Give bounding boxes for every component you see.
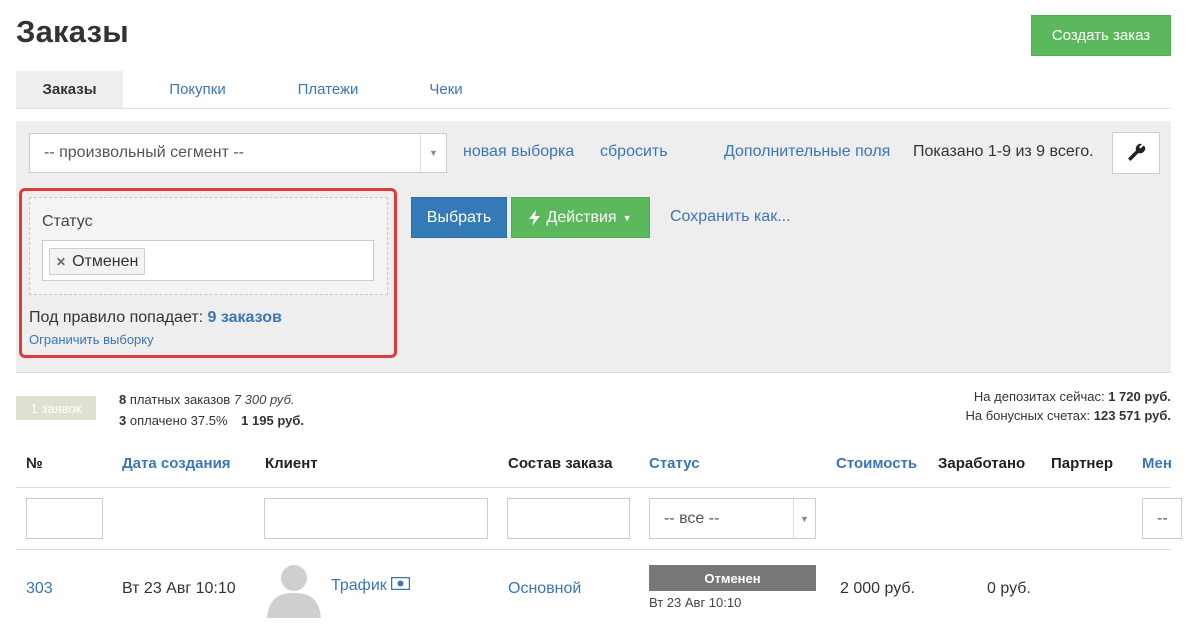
order-cost: 2 000 руб. — [840, 580, 915, 597]
actions-button[interactable]: Действия ▼ — [511, 197, 650, 238]
order-date: Вт 23 Авг 10:10 — [122, 580, 236, 597]
filter-client-input[interactable] — [264, 498, 488, 539]
chevron-down-icon: ▼ — [793, 499, 815, 538]
extra-fields-link[interactable]: Дополнительные поля — [724, 143, 890, 161]
bonus-stat: На бонусных счетах: 123 571 руб. — [965, 408, 1171, 423]
col-client: Клиент — [265, 455, 318, 472]
bonus-label: На бонусных счетах: — [965, 408, 1091, 423]
tab-bar: Заказы Покупки Платежи Чеки — [16, 71, 1171, 109]
rule-match-count[interactable]: 9 заказов — [208, 309, 282, 326]
client-link[interactable]: Трафик — [331, 576, 411, 595]
filter-manager-value: -- — [1157, 509, 1168, 527]
remove-chip-icon[interactable]: ✕ — [56, 255, 66, 269]
deposit-stat: На депозитах сейчас: 1 720 руб. — [974, 389, 1171, 404]
col-status[interactable]: Статус — [649, 455, 700, 472]
col-manager[interactable]: Мен — [1142, 455, 1172, 472]
deposit-label: На депозитах сейчас: — [973, 389, 1105, 404]
filter-manager-select[interactable]: -- — [1142, 498, 1182, 539]
lightning-icon — [529, 209, 541, 226]
caret-down-icon: ▼ — [622, 212, 632, 223]
status-badge: Отменен — [649, 565, 816, 591]
order-composition-link[interactable]: Основной — [508, 580, 581, 598]
requests-badge: 1 заявок — [16, 396, 96, 420]
bonus-value: 123 571 руб. — [1093, 408, 1171, 423]
tab-orders[interactable]: Заказы — [16, 71, 123, 108]
status-chip: ✕ Отменен — [49, 248, 146, 275]
page-title: Заказы — [16, 14, 129, 49]
avatar — [267, 565, 321, 618]
paid-orders-stat: 8 платных заказов 7 300 руб. — [119, 392, 295, 407]
payed-amount: 1 195 руб. — [241, 413, 304, 428]
select-button[interactable]: Выбрать — [411, 197, 507, 238]
order-earned: 0 руб. — [987, 580, 1031, 597]
tab-purchases[interactable]: Покупки — [123, 71, 272, 108]
col-cost[interactable]: Стоимость — [836, 455, 917, 472]
actions-button-label: Действия — [546, 208, 617, 226]
col-composition: Состав заказа — [508, 455, 613, 472]
col-number: № — [26, 455, 43, 472]
filter-divider — [16, 549, 1171, 550]
rule-match-prefix: Под правило попадает: — [29, 309, 204, 326]
status-chip-label: Отменен — [72, 252, 139, 270]
settings-button[interactable] — [1112, 132, 1160, 174]
order-number-link[interactable]: 303 — [26, 580, 53, 598]
limit-selection-link[interactable]: Ограничить выборку — [29, 332, 154, 347]
payed-label: оплачено 37.5% — [129, 413, 228, 428]
filter-number-input[interactable] — [26, 498, 103, 539]
deposit-value: 1 720 руб. — [1108, 389, 1171, 404]
col-date[interactable]: Дата создания — [122, 455, 231, 472]
client-name: Трафик — [331, 577, 387, 594]
rule-match-text: Под правило попадает: 9 заказов — [29, 309, 282, 327]
segment-select-value: -- произвольный сегмент -- — [44, 144, 244, 161]
status-filter-label: Статус — [42, 213, 93, 230]
payed-count: 3 — [119, 413, 127, 428]
tab-payments[interactable]: Платежи — [272, 71, 384, 108]
header-divider — [16, 487, 1171, 488]
paid-count: 8 — [119, 392, 127, 407]
filter-status-select[interactable]: -- все -- ▼ — [649, 498, 816, 539]
paid-label: платных заказов — [129, 392, 231, 407]
filter-composition-input[interactable] — [507, 498, 630, 539]
money-icon — [390, 576, 411, 591]
chevron-down-icon: ▼ — [420, 134, 446, 172]
wrench-icon — [1128, 143, 1146, 161]
segment-select[interactable]: -- произвольный сегмент -- ▼ — [29, 133, 447, 173]
status-date: Вт 23 Авг 10:10 — [649, 595, 742, 610]
reset-link[interactable]: сбросить — [600, 143, 668, 161]
col-earned: Заработано — [938, 455, 1026, 472]
payed-orders-stat: 3 оплачено 37.5% 1 195 руб. — [119, 413, 304, 428]
create-order-button[interactable]: Создать заказ — [1031, 15, 1171, 56]
tab-receipts[interactable]: Чеки — [384, 71, 508, 108]
filter-status-value: -- все -- — [664, 509, 720, 527]
new-selection-link[interactable]: новая выборка — [463, 143, 574, 161]
paid-amount: 7 300 руб. — [233, 392, 295, 407]
col-partner: Партнер — [1051, 455, 1113, 472]
shown-count-text: Показано 1-9 из 9 всего. — [913, 143, 1094, 160]
save-as-link[interactable]: Сохранить как... — [670, 208, 791, 226]
